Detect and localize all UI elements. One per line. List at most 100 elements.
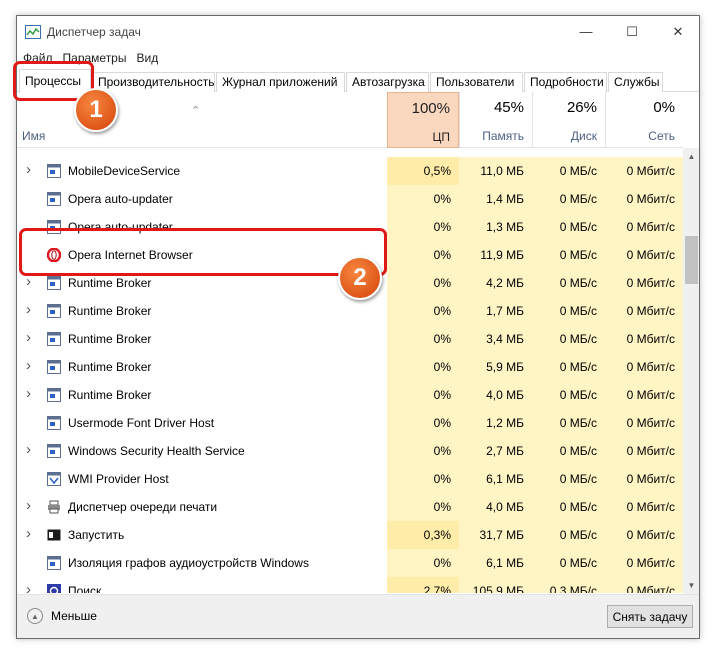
tab-startup[interactable]: Автозагрузка <box>346 72 429 92</box>
window-icon <box>47 360 61 374</box>
process-row[interactable]: Usermode Font Driver Host 0% 1,2 МБ 0 МБ/с 0… <box>17 409 683 437</box>
process-disk-cell: 0 МБ/с <box>532 353 605 381</box>
chevron-right-icon[interactable]: › <box>26 582 36 593</box>
process-name: Opera auto-updater <box>68 192 173 206</box>
chevron-right-icon[interactable]: › <box>26 358 36 373</box>
process-name: Runtime Broker <box>68 276 152 290</box>
process-disk-cell: 0 МБ/с <box>532 241 605 269</box>
run-icon <box>47 528 61 542</box>
process-cpu-cell: 0% <box>387 185 459 213</box>
chevron-right-icon[interactable]: › <box>26 330 36 345</box>
process-mem-cell: 1,2 МБ <box>459 409 532 437</box>
scroll-thumb[interactable] <box>685 236 698 284</box>
process-row[interactable]: › Поиск 2,7% 105,9 МБ 0,3 МБ/с 0 Мбит/с <box>17 577 683 593</box>
tab-details[interactable]: Подробности <box>524 72 607 92</box>
window-title: Диспетчер задач <box>47 25 141 39</box>
process-cpu-cell: 2,7% <box>387 577 459 593</box>
process-net-cell: 0 Мбит/с <box>605 381 683 409</box>
process-name: Поиск <box>68 584 102 593</box>
minimize-button[interactable]: — <box>563 16 609 47</box>
cpu-percent: 100% <box>411 100 450 117</box>
title-bar: Диспетчер задач — ☐ ✕ <box>17 16 699 47</box>
maximize-icon: ☐ <box>626 23 638 39</box>
process-row[interactable]: › Runtime Broker 0% 5,9 МБ 0 МБ/с 0 Мбит/с <box>17 353 683 381</box>
column-cpu[interactable]: 100% ЦП <box>387 92 459 148</box>
end-task-button[interactable]: Снять задачу <box>607 605 693 628</box>
process-mem-cell: 11,9 МБ <box>459 241 532 269</box>
process-cpu-cell: 0,5% <box>387 157 459 185</box>
process-row[interactable]: › Runtime Broker 0% 3,4 МБ 0 МБ/с 0 Мбит/с <box>17 325 683 353</box>
process-mem-cell: 3,4 МБ <box>459 325 532 353</box>
chevron-right-icon[interactable]: › <box>26 162 36 177</box>
process-disk-cell: 0 МБ/с <box>532 437 605 465</box>
wmi-icon <box>47 472 61 486</box>
fewer-details-link[interactable]: Меньше <box>51 609 97 623</box>
process-mem-cell: 2,7 МБ <box>459 437 532 465</box>
process-disk-cell: 0 МБ/с <box>532 213 605 241</box>
process-net-cell: 0 Мбит/с <box>605 549 683 577</box>
process-net-cell: 0 Мбит/с <box>605 493 683 521</box>
process-row[interactable]: WMI Provider Host 0% 6,1 МБ 0 МБ/с 0 Мбит/с <box>17 465 683 493</box>
process-name: Runtime Broker <box>68 360 152 374</box>
sort-up-icon[interactable]: ⌃ <box>191 104 200 117</box>
chevron-right-icon[interactable]: › <box>26 274 36 289</box>
process-disk-cell: 0 МБ/с <box>532 493 605 521</box>
process-cpu-cell: 0,3% <box>387 521 459 549</box>
process-mem-cell: 6,1 МБ <box>459 549 532 577</box>
tab-performance[interactable]: Производительность <box>92 72 215 92</box>
process-mem-cell: 4,2 МБ <box>459 269 532 297</box>
tab-users[interactable]: Пользователи <box>430 72 523 92</box>
process-name: MobileDeviceService <box>68 164 181 178</box>
process-cpu-cell: 0% <box>387 409 459 437</box>
process-name: Windows Security Health Service <box>68 444 245 458</box>
process-cpu-cell: 0% <box>387 297 459 325</box>
process-mem-cell: 105,9 МБ <box>459 577 532 593</box>
process-row[interactable]: › Runtime Broker 0% 4,0 МБ 0 МБ/с 0 Мбит/с <box>17 381 683 409</box>
process-row[interactable]: › MobileDeviceService 0,5% 11,0 МБ 0 МБ/с 0 М… <box>17 157 683 185</box>
window-icon <box>47 192 61 206</box>
process-disk-cell: 0,3 МБ/с <box>532 577 605 593</box>
chevron-right-icon[interactable]: › <box>26 386 36 401</box>
process-list: › MobileDeviceService 0,5% 11,0 МБ 0 МБ/с 0 М… <box>17 155 683 593</box>
process-net-cell: 0 Мбит/с <box>605 241 683 269</box>
tab-services[interactable]: Службы <box>608 72 663 92</box>
task-manager-app-icon <box>25 25 41 39</box>
process-net-cell: 0 Мбит/с <box>605 157 683 185</box>
process-row[interactable]: › Запустить 0,3% 31,7 МБ 0 МБ/с 0 Мбит/с <box>17 521 683 549</box>
scroll-up-icon[interactable]: ▲ <box>683 148 699 165</box>
chevron-right-icon[interactable]: › <box>26 526 36 541</box>
callout-badge-2: 2 <box>338 256 382 300</box>
chevron-right-icon[interactable]: › <box>26 442 36 457</box>
process-cpu-cell: 0% <box>387 325 459 353</box>
process-row[interactable]: Opera auto-updater 0% 1,4 МБ 0 МБ/с 0 Мбит/с <box>17 185 683 213</box>
process-disk-cell: 0 МБ/с <box>532 465 605 493</box>
process-name: Usermode Font Driver Host <box>68 416 215 430</box>
process-row[interactable]: Изоляция графов аудиоустройств Windows 0%… <box>17 549 683 577</box>
vertical-scrollbar[interactable]: ▲ ▼ <box>683 148 699 594</box>
window-icon <box>47 276 61 290</box>
column-network[interactable]: 0% Сеть <box>605 92 683 148</box>
process-net-cell: 0 Мбит/с <box>605 213 683 241</box>
process-row[interactable]: › Windows Security Health Service 0% 2,7 МБ… <box>17 437 683 465</box>
column-name[interactable]: Имя <box>22 129 45 143</box>
process-cpu-cell: 0% <box>387 381 459 409</box>
process-name: Диспетчер очереди печати <box>68 500 218 514</box>
process-row[interactable]: › Диспетчер очереди печати 0% 4,0 МБ 0 МБ/с 0… <box>17 493 683 521</box>
process-cpu-cell: 0% <box>387 353 459 381</box>
process-disk-cell: 0 МБ/с <box>532 269 605 297</box>
process-row[interactable]: › Runtime Broker 0% 1,7 МБ 0 МБ/с 0 Мбит/с <box>17 297 683 325</box>
process-disk-cell: 0 МБ/с <box>532 185 605 213</box>
chevron-right-icon[interactable]: › <box>26 302 36 317</box>
menu-view[interactable]: Вид <box>131 49 163 67</box>
chevron-up-icon[interactable]: ▲ <box>27 608 43 624</box>
process-net-cell: 0 Мбит/с <box>605 521 683 549</box>
chevron-right-icon[interactable]: › <box>26 498 36 513</box>
tab-bar: Процессы Производительность Журнал прило… <box>17 69 699 93</box>
column-disk[interactable]: 26% Диск <box>532 92 605 148</box>
close-button[interactable]: ✕ <box>655 16 699 47</box>
tab-app-history[interactable]: Журнал приложений <box>216 72 345 92</box>
process-disk-cell: 0 МБ/с <box>532 325 605 353</box>
scroll-down-icon[interactable]: ▼ <box>683 577 699 594</box>
maximize-button[interactable]: ☐ <box>609 16 655 47</box>
column-memory[interactable]: 45% Память <box>459 92 532 148</box>
